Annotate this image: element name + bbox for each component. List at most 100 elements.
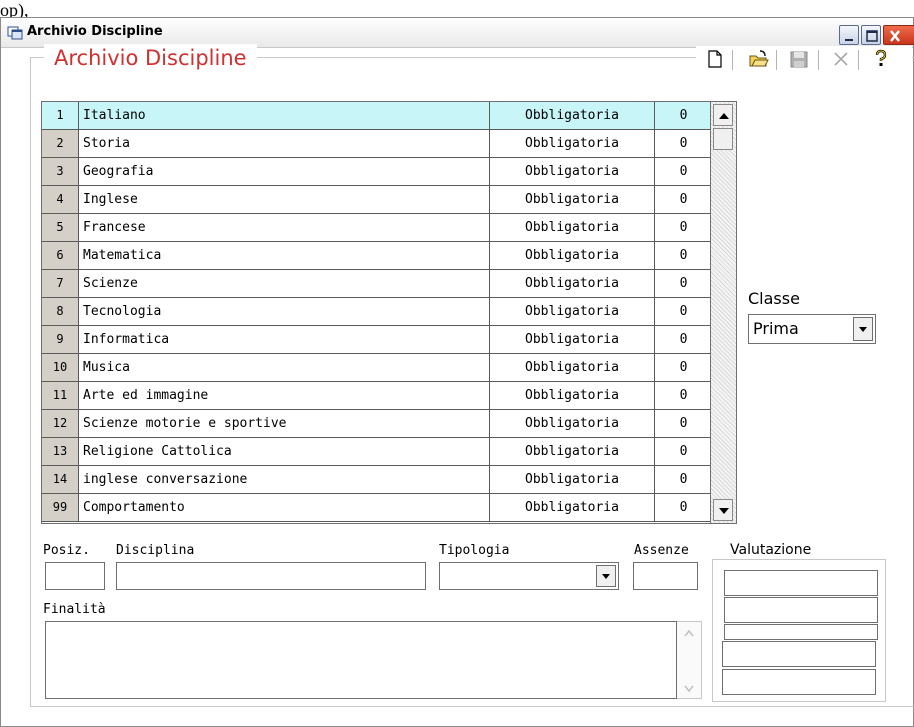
absences-cell: 0 <box>679 444 688 459</box>
finalita-textarea[interactable] <box>45 621 677 699</box>
row-index-cell: 12 <box>42 410 79 437</box>
discipline-type-cell: Obbligatoria <box>490 270 655 297</box>
classe-dropdown-button[interactable] <box>853 317 873 341</box>
table-row[interactable]: 7 Scienze Obbligatoria 0 <box>42 270 710 298</box>
absences-cell: 0 <box>679 304 688 319</box>
discipline-name-cell: Arte ed immagine <box>79 382 490 409</box>
chevron-down-icon <box>602 574 610 579</box>
posiz-input[interactable] <box>45 562 105 590</box>
disciplines-grid[interactable]: 1 Italiano Obbligatoria 0 2 Storia Obbligatori… <box>41 101 711 524</box>
absences-cell: 0 <box>679 500 688 515</box>
discipline-name-cell: Informatica <box>79 326 490 353</box>
discipline-name-cell: Inglese <box>79 186 490 213</box>
discipline-name-cell: Scienze <box>79 270 490 297</box>
table-row[interactable]: 13 Religione Cattolica Obbligatoria 0 <box>42 438 710 466</box>
table-row[interactable]: 14 inglese conversazione Obbligatoria 0 <box>42 466 710 494</box>
toolbar-separator <box>818 50 819 70</box>
minimize-button[interactable] <box>839 25 859 45</box>
discipline-name-cell: Tecnologia <box>79 298 490 325</box>
valutazione-input[interactable] <box>724 597 878 623</box>
table-row[interactable]: 4 Inglese Obbligatoria 0 <box>42 186 710 214</box>
valutazione-input[interactable] <box>722 641 876 667</box>
group-title: Archivio Discipline <box>44 44 257 72</box>
discipline-type-cell: Obbligatoria <box>490 494 655 521</box>
assenze-label: Assenze <box>634 543 689 558</box>
tipologia-dropdown-button[interactable] <box>596 565 616 587</box>
disciplina-input[interactable] <box>116 562 426 590</box>
discipline-type-cell: Obbligatoria <box>490 382 655 409</box>
discipline-name-cell: Geografia <box>79 158 490 185</box>
classe-select[interactable]: Prima <box>748 314 876 344</box>
delete-button[interactable] <box>830 48 852 70</box>
help-button[interactable] <box>870 48 892 70</box>
discipline-type-cell: Obbligatoria <box>490 186 655 213</box>
table-row[interactable]: 3 Geografia Obbligatoria 0 <box>42 158 710 186</box>
valutazione-input[interactable] <box>724 570 878 596</box>
toolbar-separator <box>776 50 777 70</box>
table-row[interactable]: 9 Informatica Obbligatoria 0 <box>42 326 710 354</box>
chevron-down-icon <box>859 327 867 332</box>
row-index-cell: 4 <box>42 186 79 213</box>
classe-selected-value: Prima <box>753 319 799 338</box>
toolbar <box>696 46 912 74</box>
absences-cell: 0 <box>679 472 688 487</box>
row-index-cell: 11 <box>42 382 79 409</box>
discipline-name-cell: Comportamento <box>79 494 490 521</box>
valutazione-input[interactable] <box>722 669 876 695</box>
table-row[interactable]: 8 Tecnologia Obbligatoria 0 <box>42 298 710 326</box>
maximize-button[interactable] <box>861 25 881 45</box>
discipline-type-cell: Obbligatoria <box>490 158 655 185</box>
finalita-scroll-arrows-icon <box>684 629 694 693</box>
row-index-cell: 3 <box>42 158 79 185</box>
absences-cell: 0 <box>679 360 688 375</box>
delete-x-icon <box>834 52 848 66</box>
maximize-icon <box>866 30 878 42</box>
assenze-input[interactable] <box>633 562 698 590</box>
finalita-label: Finalità <box>43 602 106 617</box>
discipline-type-cell: Obbligatoria <box>490 130 655 157</box>
open-folder-icon <box>749 50 769 67</box>
tipologia-select[interactable] <box>439 562 619 590</box>
row-index-cell: 1 <box>42 102 79 129</box>
help-question-icon <box>875 49 887 66</box>
arrow-down-icon <box>719 508 729 514</box>
absences-cell: 0 <box>655 102 710 129</box>
window-title: Archivio Discipline <box>27 24 163 39</box>
absences-cell: 0 <box>679 136 688 151</box>
table-row[interactable]: 12 Scienze motorie e sportive Obbligatoria… <box>42 410 710 438</box>
discipline-name-cell: Matematica <box>79 242 490 269</box>
row-index-cell: 8 <box>42 298 79 325</box>
scroll-up-button[interactable] <box>713 104 733 126</box>
table-row[interactable]: 5 Francese Obbligatoria 0 <box>42 214 710 242</box>
discipline-name-cell: Religione Cattolica <box>79 438 490 465</box>
absences-cell: 0 <box>679 388 688 403</box>
grid-scrollbar[interactable] <box>711 101 737 524</box>
discipline-type-cell: Obbligatoria <box>490 466 655 493</box>
scroll-thumb[interactable] <box>713 128 733 150</box>
tipologia-label: Tipologia <box>439 543 510 558</box>
new-button[interactable] <box>704 48 726 70</box>
table-row[interactable]: 6 Matematica Obbligatoria 0 <box>42 242 710 270</box>
scroll-down-button[interactable] <box>713 499 733 521</box>
discipline-name-cell: Musica <box>79 354 490 381</box>
discipline-type-cell: Obbligatoria <box>490 214 655 241</box>
arrow-up-icon <box>719 113 729 119</box>
row-index-cell: 5 <box>42 214 79 241</box>
finalita-scrollbar[interactable] <box>677 621 702 699</box>
save-button[interactable] <box>788 48 810 70</box>
valutazione-label: Valutazione <box>724 542 818 558</box>
table-row[interactable]: 1 Italiano Obbligatoria 0 <box>42 102 710 130</box>
table-row[interactable]: 2 Storia Obbligatoria 0 <box>42 130 710 158</box>
absences-cell: 0 <box>679 220 688 235</box>
discipline-name-cell: Francese <box>79 214 490 241</box>
close-button[interactable] <box>883 25 914 45</box>
table-row[interactable]: 11 Arte ed immagine Obbligatoria 0 <box>42 382 710 410</box>
absences-cell: 0 <box>679 332 688 347</box>
discipline-type-cell: Obbligatoria <box>490 354 655 381</box>
valutazione-input[interactable] <box>724 624 878 640</box>
table-row[interactable]: 99 Comportamento Obbligatoria 0 <box>42 494 710 522</box>
row-index-cell: 6 <box>42 242 79 269</box>
table-row[interactable]: 10 Musica Obbligatoria 0 <box>42 354 710 382</box>
row-index-cell: 9 <box>42 326 79 353</box>
open-button[interactable] <box>748 48 770 70</box>
